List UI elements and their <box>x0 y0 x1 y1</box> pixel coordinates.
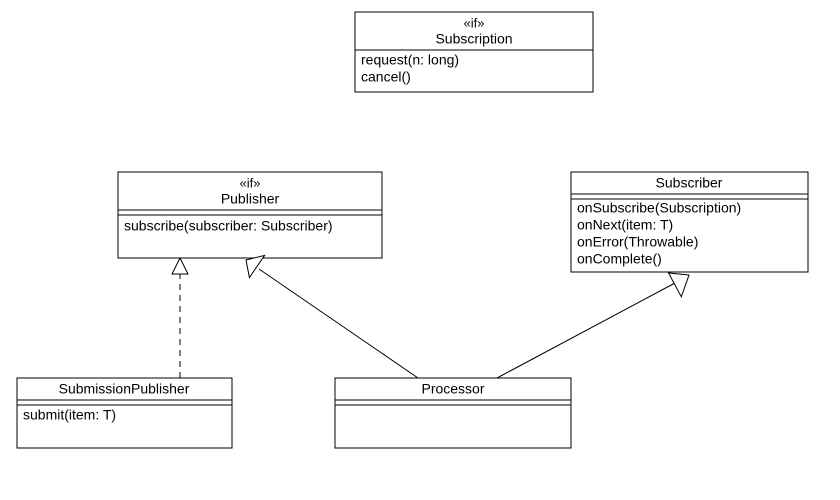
publisher-method-0: subscribe(subscriber: Subscriber) <box>124 217 333 233</box>
subscriber-method-1: onNext(item: T) <box>577 216 673 232</box>
subscription-stereotype: «if» <box>464 15 485 30</box>
subscriber-method-2: onError(Throwable) <box>577 233 698 249</box>
processor-name: Processor <box>421 381 484 397</box>
class-processor: Processor <box>335 378 571 448</box>
submission-publisher-method-0: submit(item: T) <box>23 406 116 422</box>
class-subscription: «if» Subscription request(n: long) cance… <box>355 12 593 92</box>
publisher-name: Publisher <box>221 191 280 207</box>
subscription-name: Subscription <box>435 31 512 47</box>
subscription-method-0: request(n: long) <box>361 51 459 67</box>
subscriber-name: Subscriber <box>656 175 723 191</box>
rel-processor-publisher <box>246 255 418 378</box>
class-subscriber: Subscriber onSubscribe(Subscription) onN… <box>571 172 808 272</box>
subscription-method-1: cancel() <box>361 68 411 84</box>
uml-diagram: «if» Subscription request(n: long) cance… <box>0 0 840 500</box>
class-publisher: «if» Publisher subscribe(subscriber: Sub… <box>118 172 382 258</box>
rel-processor-subscriber <box>497 273 689 378</box>
subscriber-method-0: onSubscribe(Subscription) <box>577 199 741 215</box>
class-submission-publisher: SubmissionPublisher submit(item: T) <box>17 378 232 448</box>
subscriber-method-3: onComplete() <box>577 250 662 266</box>
publisher-stereotype: «if» <box>240 175 261 190</box>
submission-publisher-name: SubmissionPublisher <box>59 381 190 397</box>
rel-submissionpublisher-publisher <box>172 258 188 378</box>
